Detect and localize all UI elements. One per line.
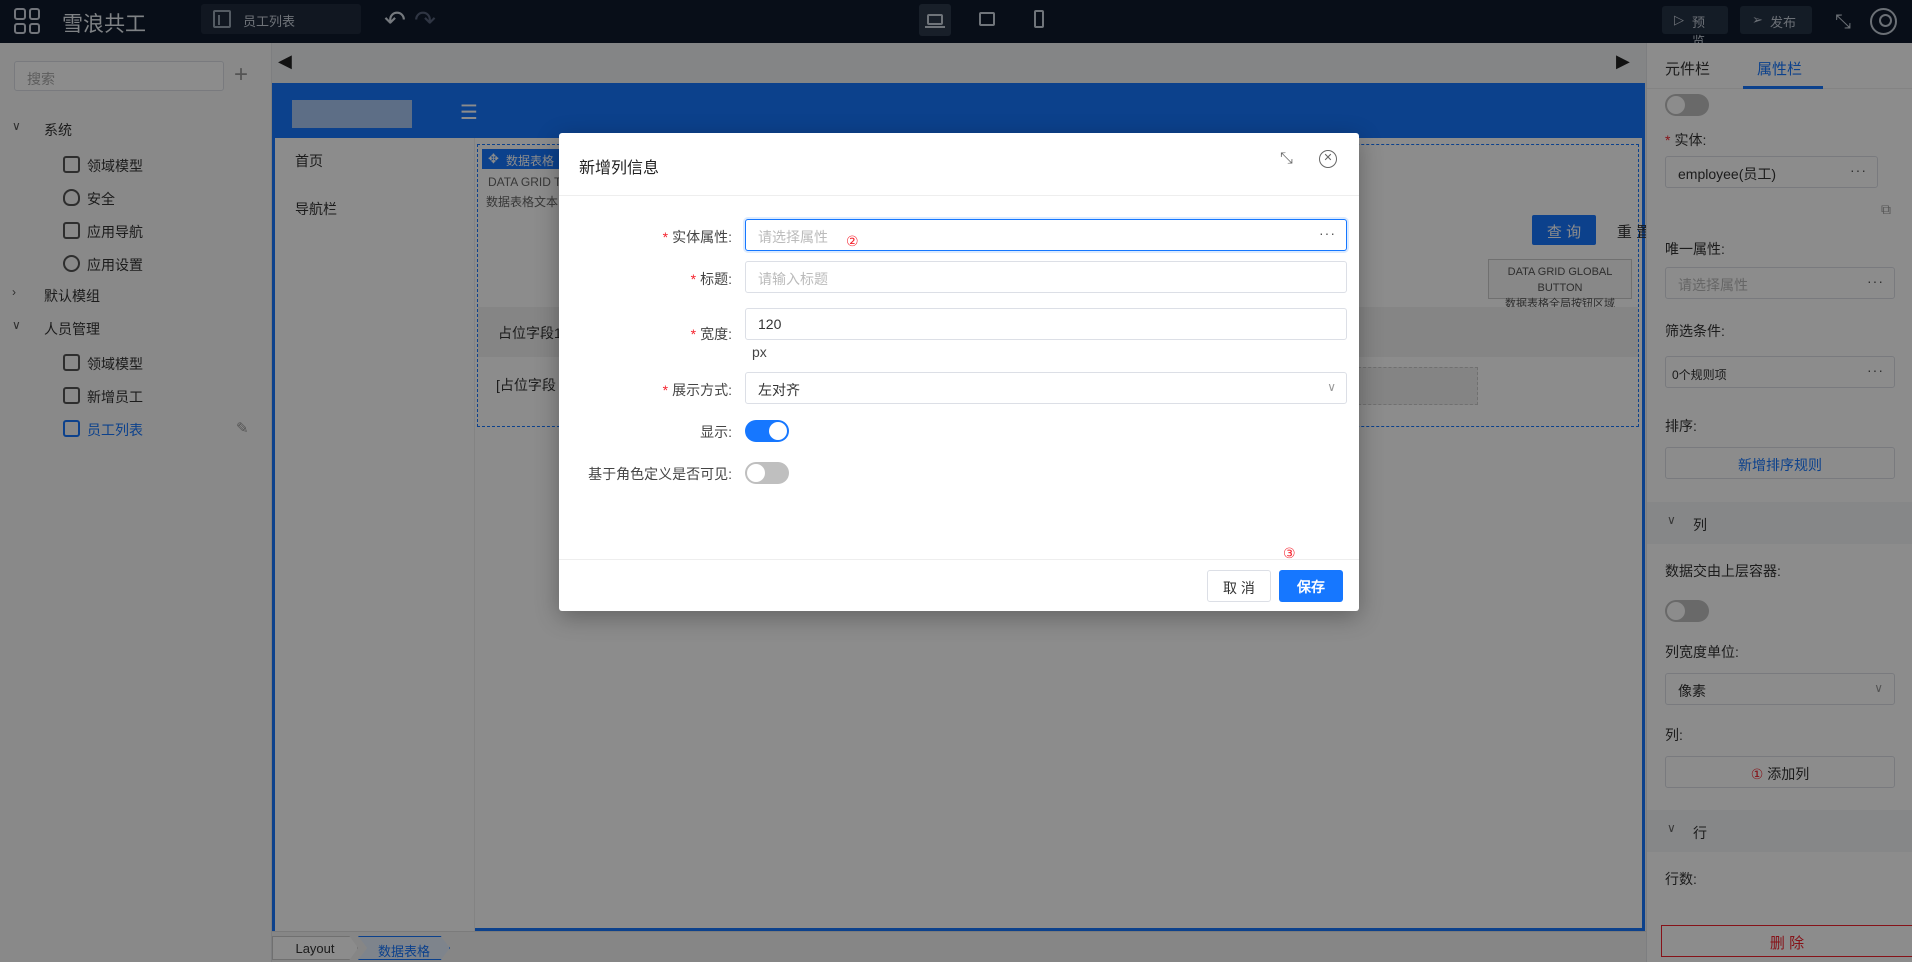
display-mode-select[interactable]: 左对齐 ∨ [745,372,1347,404]
divider [559,559,1359,560]
entity-attr-label: * 实体属性: [662,229,732,245]
dialog-title: 新增列信息 [579,160,660,177]
display-mode-label: * 展示方式: [662,382,732,398]
save-button[interactable]: 保存 [1279,570,1343,602]
entity-attr-input[interactable]: 请选择属性 ··· [745,219,1347,251]
add-column-dialog: 新增列信息 ⤡ ✕ * 实体属性: 请选择属性 ··· ② * 标题: 请输入标题 … [559,133,1359,611]
more-icon[interactable]: ··· [1319,225,1336,241]
visible-toggle[interactable] [745,420,789,442]
role-based-toggle[interactable] [745,462,789,484]
step-marker: ② [846,233,859,249]
cancel-button[interactable]: 取 消 [1207,570,1271,602]
fullscreen-icon[interactable]: ⤡ [1280,150,1293,168]
divider [559,195,1359,196]
width-label: * 宽度: [690,326,732,342]
close-icon[interactable]: ✕ [1319,150,1337,168]
entity-attr-placeholder: 请选择属性 [758,229,828,245]
width-input[interactable]: 120 [745,308,1347,340]
title-label: * 标题: [690,271,732,287]
visible-label: 显示: [700,424,732,440]
role-based-label: 基于角色定义是否可见: [588,466,732,482]
title-input[interactable]: 请输入标题 [745,261,1347,293]
width-unit: px [752,344,767,360]
chevron-down-icon: ∨ [1327,380,1336,394]
display-mode-value: 左对齐 [758,382,800,398]
